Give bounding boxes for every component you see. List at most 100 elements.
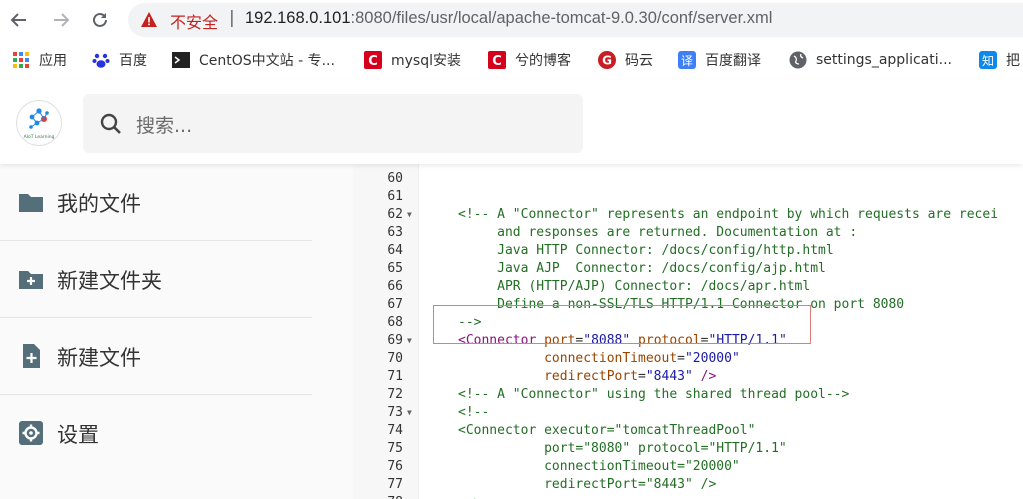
line-number: 61 xyxy=(387,189,403,204)
folder-icon xyxy=(19,194,43,212)
bookmark-gitee[interactable]: G 码云 xyxy=(598,50,653,70)
bookmark-label: CentOS中文站 - 专... xyxy=(199,53,335,69)
bookmark-label: 兮的博客 xyxy=(515,53,571,69)
bookmarks-bar: 应用 百度 CentOS中文站 - 专... C mysql安装 C 兮的博客 … xyxy=(0,40,1023,81)
fold-toggle-icon[interactable]: ▼ xyxy=(407,404,412,422)
line-number: 62 xyxy=(387,207,403,222)
bookmark-centos[interactable]: CentOS中文站 - 专... xyxy=(172,50,335,70)
terminal-icon xyxy=(172,51,190,69)
code-line[interactable]: 77 redirectPort="8443" /> xyxy=(353,476,1023,494)
bookmark-mysql[interactable]: C mysql安装 xyxy=(364,50,461,70)
connector-highlight-box xyxy=(433,305,811,344)
line-number: 70 xyxy=(387,351,403,366)
code-line[interactable]: 61 xyxy=(353,188,1023,206)
bookmark-apps[interactable]: 应用 xyxy=(12,50,67,70)
bookmark-settings[interactable]: settings_applicati... xyxy=(789,50,952,70)
search-icon xyxy=(100,113,121,134)
line-number: 69 xyxy=(387,333,403,348)
line-number: 63 xyxy=(387,225,403,240)
bookmark-label: 把 xyxy=(1006,53,1020,69)
insecure-label[interactable]: 不安全 xyxy=(170,9,218,33)
code-text: and responses are returned. Documentatio… xyxy=(458,225,858,240)
code-line[interactable]: 74 <Connector executor="tomcatThreadPool" xyxy=(353,422,1023,440)
reload-button[interactable] xyxy=(87,7,113,33)
fold-toggle-icon[interactable]: ▼ xyxy=(407,206,412,224)
line-number: 66 xyxy=(387,279,403,294)
sidebar-item-new-file[interactable]: 新建文件 xyxy=(0,318,312,395)
bookmark-baidu[interactable]: 百度 xyxy=(92,50,147,70)
sidebar-item-my-files[interactable]: 我的文件 xyxy=(0,164,312,241)
sidebar-item-label: 新建文件 xyxy=(57,346,141,370)
baidu-paw-icon xyxy=(92,51,110,69)
url-text[interactable]: 192.168.0.101:8080/files/usr/local/apach… xyxy=(245,9,772,28)
reload-icon xyxy=(93,12,107,27)
code-line[interactable]: 72 <!-- A "Connector" using the shared th… xyxy=(353,386,1023,404)
line-number: 67 xyxy=(387,297,403,312)
gitee-icon: G xyxy=(598,51,616,69)
bookmark-label: mysql安装 xyxy=(391,53,461,69)
code-line[interactable]: 78 --> xyxy=(353,494,1023,499)
code-text: --> xyxy=(458,494,481,499)
search-input[interactable]: 搜索... xyxy=(136,111,192,138)
code-text: connectionTimeout="20000" xyxy=(544,351,740,366)
fold-toggle-icon[interactable]: ▼ xyxy=(407,332,412,350)
code-line[interactable]: 71 redirectPort="8443" /> xyxy=(353,368,1023,386)
url-host: 192.168.0.101 xyxy=(245,9,351,27)
arrow-right-icon xyxy=(54,13,70,27)
back-button[interactable] xyxy=(6,7,32,33)
code-line[interactable]: 76 connectionTimeout="20000" xyxy=(353,458,1023,476)
new-folder-icon xyxy=(19,271,43,289)
code-text: <!-- A "Connector" using the shared thre… xyxy=(458,387,850,402)
code-line[interactable]: 70 connectionTimeout="20000" xyxy=(353,350,1023,368)
code-text: redirectPort="8443" /> xyxy=(458,477,717,492)
code-line[interactable]: 73 ▼ <!-- xyxy=(353,404,1023,422)
line-number: 74 xyxy=(387,423,403,438)
svg-text:C: C xyxy=(368,54,378,69)
line-number: 76 xyxy=(387,459,403,474)
logo-text: AIoT Learning xyxy=(23,135,55,140)
gear-icon xyxy=(19,421,43,445)
app-header: AIoT Learning 搜索... xyxy=(0,80,1023,164)
code-line[interactable]: 63 and responses are returned. Documenta… xyxy=(353,224,1023,242)
address-separator: | xyxy=(229,8,235,28)
translate-icon: 译 xyxy=(678,51,696,69)
line-number: 65 xyxy=(387,261,403,276)
code-text: connectionTimeout="20000" xyxy=(458,459,740,474)
sidebar-item-label: 新建文件夹 xyxy=(57,269,162,293)
line-number: 77 xyxy=(387,477,403,492)
line-number: 71 xyxy=(387,369,403,384)
bookmark-label: settings_applicati... xyxy=(816,52,952,68)
code-line[interactable]: 62 ▼ <!-- A "Connector" represents an endp… xyxy=(353,206,1023,224)
sidebar-item-settings[interactable]: 设置 xyxy=(0,395,312,471)
sidebar: 我的文件 新建文件夹 新建文件 设置 xyxy=(0,164,353,499)
line-number: 72 xyxy=(387,387,403,402)
sidebar-item-new-folder[interactable]: 新建文件夹 xyxy=(0,241,312,318)
url-path: :8080/files/usr/local/apache-tomcat-9.0.… xyxy=(350,9,773,27)
address-bar[interactable]: 不安全 | 192.168.0.101:8080/files/usr/local… xyxy=(128,3,1023,37)
bookmark-label: 码云 xyxy=(625,53,653,69)
code-line[interactable]: 64 Java HTTP Connector: /docs/config/htt… xyxy=(353,242,1023,260)
bookmark-zhihu[interactable]: 知 把 xyxy=(979,50,1020,70)
arrow-left-icon xyxy=(10,13,26,27)
bookmark-translate[interactable]: 译 百度翻译 xyxy=(678,50,761,70)
globe-icon xyxy=(789,51,807,69)
code-text: Java AJP Connector: /docs/config/ajp.htm… xyxy=(458,261,826,276)
app-logo[interactable]: AIoT Learning xyxy=(16,100,62,146)
apps-grid-icon xyxy=(12,51,30,69)
code-text: APR (HTTP/AJP) Connector: /docs/apr.html xyxy=(458,279,811,294)
search-box[interactable]: 搜索... xyxy=(83,94,583,153)
line-number: 60 xyxy=(387,171,403,186)
warning-icon xyxy=(141,12,157,27)
code-line[interactable]: 60 xyxy=(353,170,1023,188)
code-text: port="8080" protocol="HTTP/1.1" xyxy=(458,441,787,456)
sidebar-item-label: 我的文件 xyxy=(57,192,141,216)
svg-text:知: 知 xyxy=(982,54,994,68)
forward-button[interactable] xyxy=(48,7,74,33)
code-line[interactable]: 65 Java AJP Connector: /docs/config/ajp.… xyxy=(353,260,1023,278)
browser-toolbar: 不安全 | 192.168.0.101:8080/files/usr/local… xyxy=(0,0,1023,40)
bookmark-blog[interactable]: C 兮的博客 xyxy=(488,50,571,70)
bookmark-label: 百度 xyxy=(119,53,147,69)
code-line[interactable]: 75 port="8080" protocol="HTTP/1.1" xyxy=(353,440,1023,458)
code-text: redirectPort="8443" /> xyxy=(544,369,717,384)
code-line[interactable]: 66 APR (HTTP/AJP) Connector: /docs/apr.h… xyxy=(353,278,1023,296)
